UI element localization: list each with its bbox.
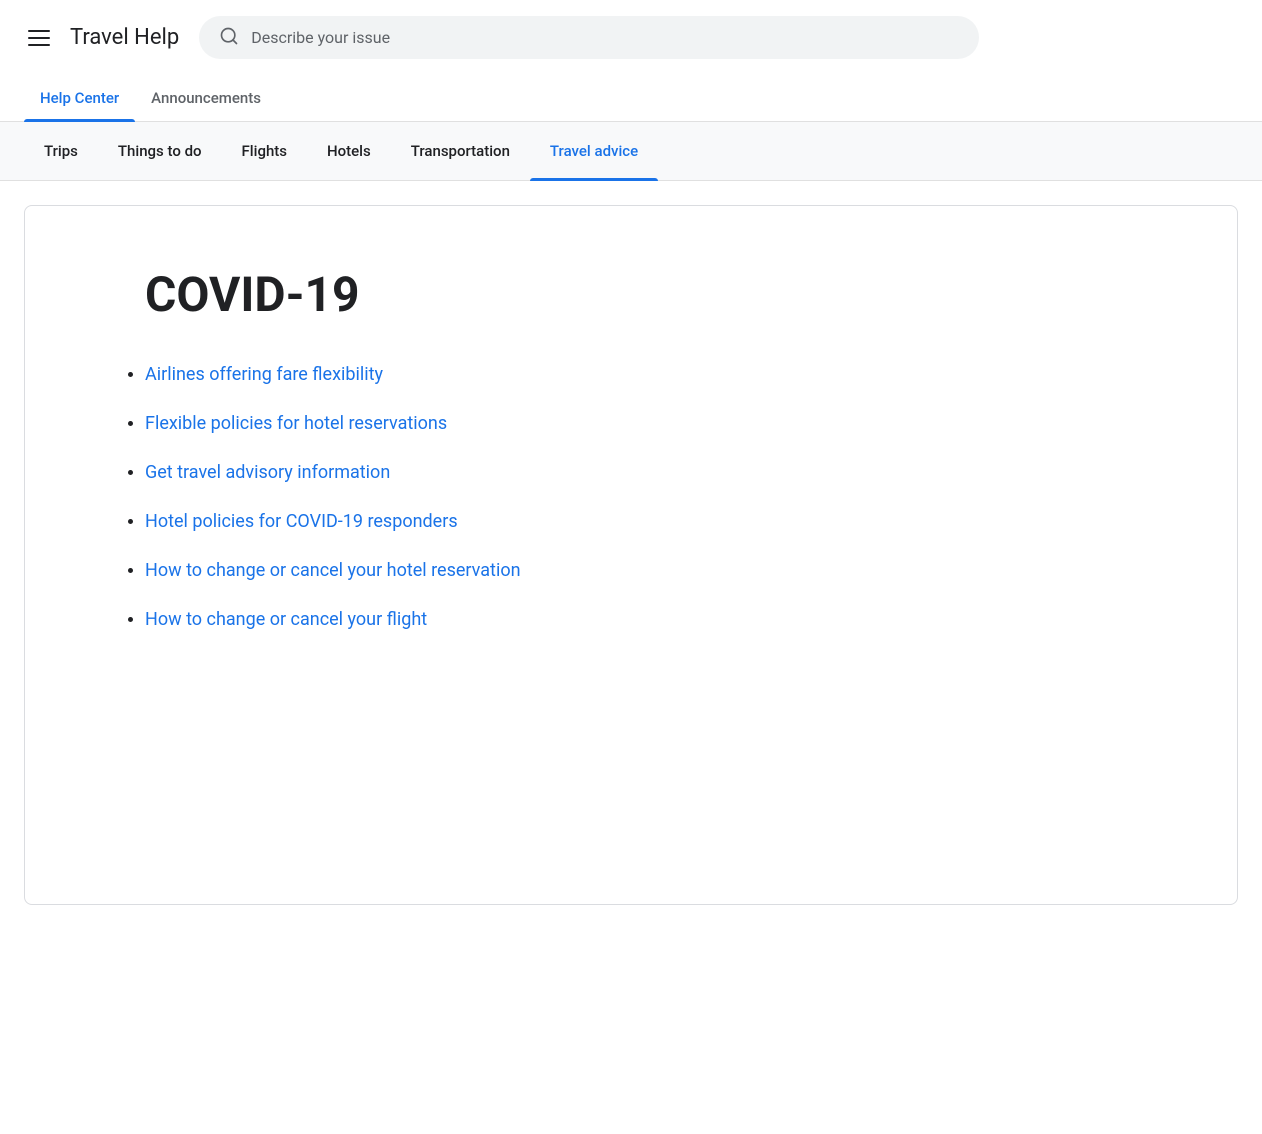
list-item: Get travel advisory information [145,462,1157,483]
hamburger-icon[interactable] [24,26,54,50]
tab-announcements[interactable]: Announcements [135,75,277,121]
link-travel-advisory[interactable]: Get travel advisory information [145,462,390,483]
link-cancel-hotel[interactable]: How to change or cancel your hotel reser… [145,560,521,581]
category-tab-transportation[interactable]: Transportation [391,122,530,180]
section-title: COVID-19 [145,266,1157,324]
link-cancel-flight[interactable]: How to change or cancel your flight [145,609,427,630]
app-title: Travel Help [70,25,179,50]
category-tab-travel-advice[interactable]: Travel advice [530,122,658,180]
category-tab-flights[interactable]: Flights [222,122,307,180]
list-item: Flexible policies for hotel reservations [145,413,1157,434]
content-card: COVID-19 Airlines offering fare flexibil… [24,205,1238,905]
tab-help-center[interactable]: Help Center [24,75,135,121]
category-tab-things-to-do[interactable]: Things to do [98,122,222,180]
list-item: How to change or cancel your hotel reser… [145,560,1157,581]
search-icon [219,26,239,49]
link-hotel-covid-responders[interactable]: Hotel policies for COVID-19 responders [145,511,458,532]
list-item: How to change or cancel your flight [145,609,1157,630]
category-tab-hotels[interactable]: Hotels [307,122,391,180]
top-nav: Help Center Announcements [0,75,1262,122]
main-content: COVID-19 Airlines offering fare flexibil… [0,181,1262,929]
search-bar[interactable]: Describe your issue [199,16,979,59]
category-nav: Trips Things to do Flights Hotels Transp… [0,122,1262,181]
link-airlines-fare-flexibility[interactable]: Airlines offering fare flexibility [145,364,383,385]
search-input-placeholder: Describe your issue [251,28,390,47]
header: Travel Help Describe your issue [0,0,1262,75]
link-flexible-hotel-policies[interactable]: Flexible policies for hotel reservations [145,413,447,434]
list-item: Hotel policies for COVID-19 responders [145,511,1157,532]
header-left: Travel Help [24,25,179,50]
list-item: Airlines offering fare flexibility [145,364,1157,385]
category-tab-trips[interactable]: Trips [24,122,98,180]
link-list: Airlines offering fare flexibility Flexi… [145,364,1157,630]
